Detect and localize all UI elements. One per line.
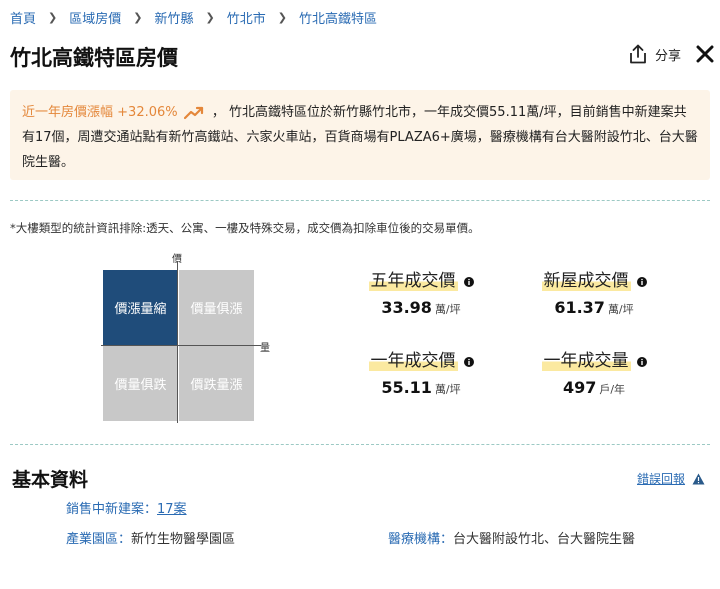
share-icon [630, 44, 646, 64]
quadrant-price-volume-up: 價量俱漲 [179, 270, 254, 345]
stat-unit: 戶/年 [599, 383, 626, 396]
title-row: 竹北高鐵特區房價 分享 [0, 38, 720, 72]
share-label: 分享 [655, 48, 682, 64]
stat-value-row: 55.11 萬/坪 [346, 378, 496, 397]
medical-institution-key: 醫療機構： [388, 532, 454, 547]
stat-unit: 萬/坪 [607, 303, 634, 316]
share-button[interactable]: 分享 [629, 44, 681, 64]
industry-park-key: 產業園區： [66, 532, 132, 547]
stat-unit: 萬/坪 [434, 303, 461, 316]
chevron-right-icon: ❯ [205, 11, 215, 24]
price-axis [177, 261, 178, 423]
info-icon[interactable] [463, 356, 474, 367]
volume-axis-label: 量 [260, 343, 270, 354]
stat-value: 497 [562, 378, 597, 397]
medical-institution-row: 醫療機構：台大醫附設竹北、台大醫院生醫 [388, 528, 635, 547]
stat-one-year-volume: 一年成交量 497 戶/年 [519, 346, 669, 397]
price-increase-value: +32.06% [117, 105, 178, 120]
stat-title: 新屋成交價 [541, 266, 631, 291]
info-icon[interactable] [636, 356, 647, 367]
stat-unit: 萬/坪 [434, 383, 461, 396]
stat-five-year-price: 五年成交價 33.98 萬/坪 [346, 266, 496, 317]
warning-icon [692, 473, 705, 484]
breadcrumb: 首頁 ❯ 區域房價 ❯ 新竹縣 ❯ 竹北市 ❯ 竹北高鐵特區 [10, 8, 377, 27]
chevron-right-icon: ❯ [48, 11, 58, 24]
stat-new-house-price: 新屋成交價 61.37 萬/坪 [519, 266, 669, 317]
breadcrumb-region-price[interactable]: 區域房價 [69, 8, 121, 27]
info-icon[interactable] [463, 276, 474, 287]
divider [10, 444, 710, 445]
industry-park-value: 新竹生物醫學園區 [131, 532, 236, 547]
price-increase-label: 近一年房價漲幅 [22, 105, 114, 120]
divider [10, 200, 710, 201]
breadcrumb-county[interactable]: 新竹縣 [154, 8, 193, 27]
stat-title: 一年成交價 [368, 346, 458, 371]
selling-projects-link[interactable]: 17案 [157, 502, 187, 517]
trending-up-icon [183, 106, 203, 119]
stat-value-row: 61.37 萬/坪 [519, 298, 669, 317]
stat-title: 一年成交量 [541, 346, 631, 371]
quadrant-price-up-volume-down: 價漲量縮 [103, 270, 178, 345]
chevron-right-icon: ❯ [277, 11, 287, 24]
volume-axis [101, 345, 261, 346]
quadrant-price-volume-down: 價量俱跌 [103, 346, 178, 421]
medical-institution-value: 台大醫附設竹北、台大醫院生醫 [453, 532, 636, 547]
selling-projects-key: 銷售中新建案： [66, 502, 158, 517]
stat-value-row: 497 戶/年 [519, 378, 669, 397]
price-volume-quadrant: 價 量 價漲量縮 價量俱漲 價量俱跌 價跌量漲 [95, 250, 275, 430]
breadcrumb-home[interactable]: 首頁 [10, 8, 36, 27]
stat-value: 33.98 [381, 298, 432, 317]
statistics-note: *大樓類型的統計資訊排除:透天、公寓、一樓及特殊交易，成交價為扣除車位後的交易單… [10, 221, 480, 235]
error-report-label: 錯誤回報 [637, 472, 686, 486]
error-report-link[interactable]: 錯誤回報 [637, 470, 705, 487]
stat-one-year-price: 一年成交價 55.11 萬/坪 [346, 346, 496, 397]
stat-value: 61.37 [554, 298, 605, 317]
close-icon[interactable] [696, 45, 714, 63]
basic-info-title: 基本資料 [12, 469, 89, 491]
industry-park-row: 產業園區：新竹生物醫學園區 [66, 528, 235, 547]
breadcrumb-city[interactable]: 竹北市 [227, 8, 266, 27]
page-title: 竹北高鐵特區房價 [10, 46, 178, 70]
chevron-right-icon: ❯ [133, 11, 143, 24]
selling-projects-row: 銷售中新建案：17案 [66, 498, 187, 517]
summary-box: 近一年房價漲幅 +32.06% ， 竹北高鐵特區位於新竹縣竹北市，一年成交價55… [10, 90, 710, 180]
breadcrumb-district[interactable]: 竹北高鐵特區 [299, 8, 377, 27]
info-icon[interactable] [636, 276, 647, 287]
stat-value-row: 33.98 萬/坪 [346, 298, 496, 317]
stat-title: 五年成交價 [368, 266, 458, 291]
quadrant-price-down-volume-up: 價跌量漲 [179, 346, 254, 421]
stat-value: 55.11 [381, 378, 432, 397]
